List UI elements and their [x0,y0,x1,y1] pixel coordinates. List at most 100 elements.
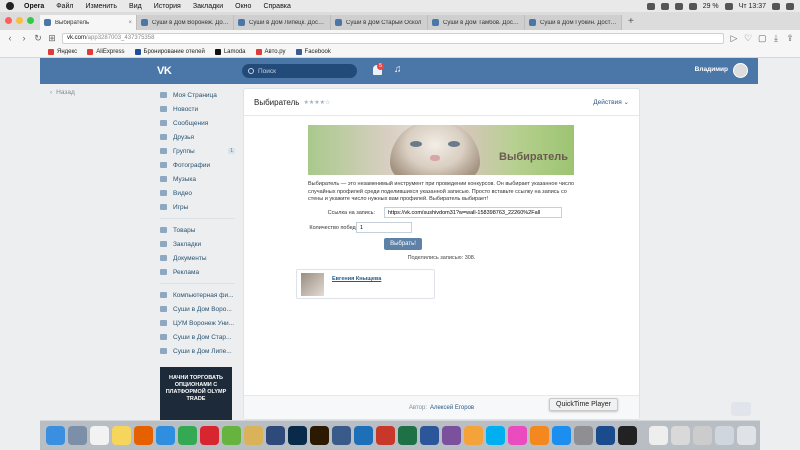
tab-vybiratel[interactable]: Выбиратель × [40,15,137,30]
spotlight-icon[interactable] [772,2,780,10]
apple-icon[interactable] [6,2,14,10]
sidebar-item-friends[interactable]: Друзья [160,130,238,144]
battery-percent[interactable]: 29 % [703,3,719,10]
sidebar-item-goods[interactable]: Товары [160,223,238,237]
menu-file[interactable]: Файл [56,3,73,10]
search-input[interactable]: Поиск [242,64,357,78]
sidebar-item-messages[interactable]: Сообщения [160,116,238,130]
viber-icon[interactable] [442,426,461,445]
sidebar-item-group-sushi-lipetsk[interactable]: Суши в Дом Липе... [160,344,238,358]
close-window-icon[interactable] [5,17,12,24]
app-icon[interactable] [332,426,351,445]
illustrator-icon[interactable] [310,426,329,445]
winners-count-input[interactable] [356,222,412,233]
sidebar-item-photos[interactable]: Фотографии [160,158,238,172]
menu-window[interactable]: Окно [235,3,251,10]
notification-center-icon[interactable] [786,2,794,10]
forward-icon[interactable]: › [20,33,28,43]
vk-logo-icon[interactable]: VK [157,65,172,77]
post-link-input[interactable] [384,207,562,218]
avatar[interactable] [733,63,748,78]
speed-dial-icon[interactable]: ⊞ [48,33,56,44]
tab-sushi-lipetsk[interactable]: Суши в Дом Липецк. Достав [234,15,331,30]
sidebar-item-games[interactable]: Игры [160,200,238,214]
status-icon[interactable] [646,2,655,10]
actions-dropdown[interactable]: Действия ⌄ [593,98,629,106]
sidebar-item-ads[interactable]: Реклама [160,265,238,279]
menu-app-name[interactable]: Opera [24,3,44,10]
battery-icon[interactable] [724,2,733,10]
reload-icon[interactable]: ↻ [34,33,42,44]
sidebar-item-group-tsum[interactable]: ЦУМ Воронеж Уни... [160,316,238,330]
settings-icon[interactable] [574,426,593,445]
itunes-icon[interactable] [508,426,527,445]
chat-panel-button[interactable] [731,402,751,416]
sidebar-item-documents[interactable]: Документы [160,251,238,265]
safari-icon[interactable] [156,426,175,445]
clock[interactable]: Чт 13:37 [739,3,766,10]
wifi-icon[interactable] [674,2,683,10]
winner-avatar[interactable] [301,272,324,296]
word-icon[interactable] [420,426,439,445]
utorrent-icon[interactable] [222,426,241,445]
sidebar-item-video[interactable]: Видео [160,186,238,200]
footer-author-link[interactable]: Алексей Егоров [430,405,474,411]
send-icon[interactable]: ▷ [730,33,738,44]
document-icon[interactable] [649,426,668,445]
screenshot-icon[interactable] [671,426,690,445]
tab-sushi-voronezh[interactable]: Суши в Дом Воронеж. Доста [137,15,234,30]
back-link[interactable]: ‹ Назад [50,89,75,96]
archive-icon[interactable] [244,426,263,445]
sidebar-item-groups[interactable]: Группы 1 [160,144,238,158]
quicktime-icon[interactable] [596,426,615,445]
sidebar-item-group-sushi-stary[interactable]: Суши в Дом Стар... [160,330,238,344]
pick-button[interactable]: Выбрать! [384,238,422,250]
menu-bookmarks[interactable]: Закладки [193,3,223,10]
share-icon[interactable]: ⇪ [786,33,794,44]
notes-icon[interactable] [112,426,131,445]
firefox-icon[interactable] [134,426,153,445]
photoshop-icon[interactable] [288,426,307,445]
new-tab-button[interactable]: + [622,15,640,30]
snapshot-icon[interactable]: ▢ [758,33,767,44]
user-name[interactable]: Владимир [695,66,728,73]
photos-icon[interactable] [464,426,483,445]
menu-history[interactable]: История [154,3,181,10]
menu-view[interactable]: Вид [129,3,142,10]
bookmark-yandex[interactable]: Яндекс [48,48,77,55]
bookmark-autoru[interactable]: Авто.ру [255,48,286,55]
winner-name-link[interactable]: Евгения Кныщева [332,276,381,282]
appstore-icon[interactable] [552,426,571,445]
photo-icon[interactable] [266,426,285,445]
skype-icon[interactable] [486,426,505,445]
menu-edit[interactable]: Изменить [85,3,117,10]
tab-sushi-tambov[interactable]: Суши в Дом Тамбов. Доставк [428,15,525,30]
launchpad-icon[interactable] [68,426,87,445]
bookmark-booking[interactable]: Бронирование отелей [134,48,205,55]
folder-icon[interactable] [693,426,712,445]
excel-icon[interactable] [398,426,417,445]
sidebar-item-my-page[interactable]: Моя Страница [160,88,238,102]
bookmark-facebook[interactable]: Facebook [295,48,331,55]
chrome-icon[interactable] [178,426,197,445]
ibooks-icon[interactable] [530,426,549,445]
sidebar-item-group-sushi-voronezh[interactable]: Суши в Дом Воро... [160,302,238,316]
finder-icon[interactable] [46,426,65,445]
downloads-icon[interactable] [715,426,734,445]
skype-status-icon[interactable] [660,2,669,10]
tab-sushi-gubkin[interactable]: Суши в Дом Губкин. Доставк [525,15,622,30]
close-tab-icon[interactable]: × [128,20,132,26]
bookmark-aliexpress[interactable]: AliExpress [87,48,125,55]
url-field[interactable]: vk.com/app3287003_437375358 [62,32,724,44]
minimize-window-icon[interactable] [16,17,23,24]
bookmark-lamoda[interactable]: Lamoda [214,48,246,55]
sidebar-item-music[interactable]: Музыка [160,172,238,186]
sidebar-item-group-computer[interactable]: Компьютерная фи... [160,288,238,302]
sidebar-item-news[interactable]: Новости [160,102,238,116]
trash-icon[interactable] [737,426,756,445]
menu-help[interactable]: Справка [263,3,290,10]
activity-monitor-icon[interactable] [618,426,637,445]
sidebar-ad-banner[interactable]: НАЧНИ ТОРГОВАТЬ ОПЦИОНАМИ С ПЛАТФОРМОЙ O… [160,367,232,420]
volume-icon[interactable] [688,2,697,10]
opera-icon[interactable] [200,426,219,445]
